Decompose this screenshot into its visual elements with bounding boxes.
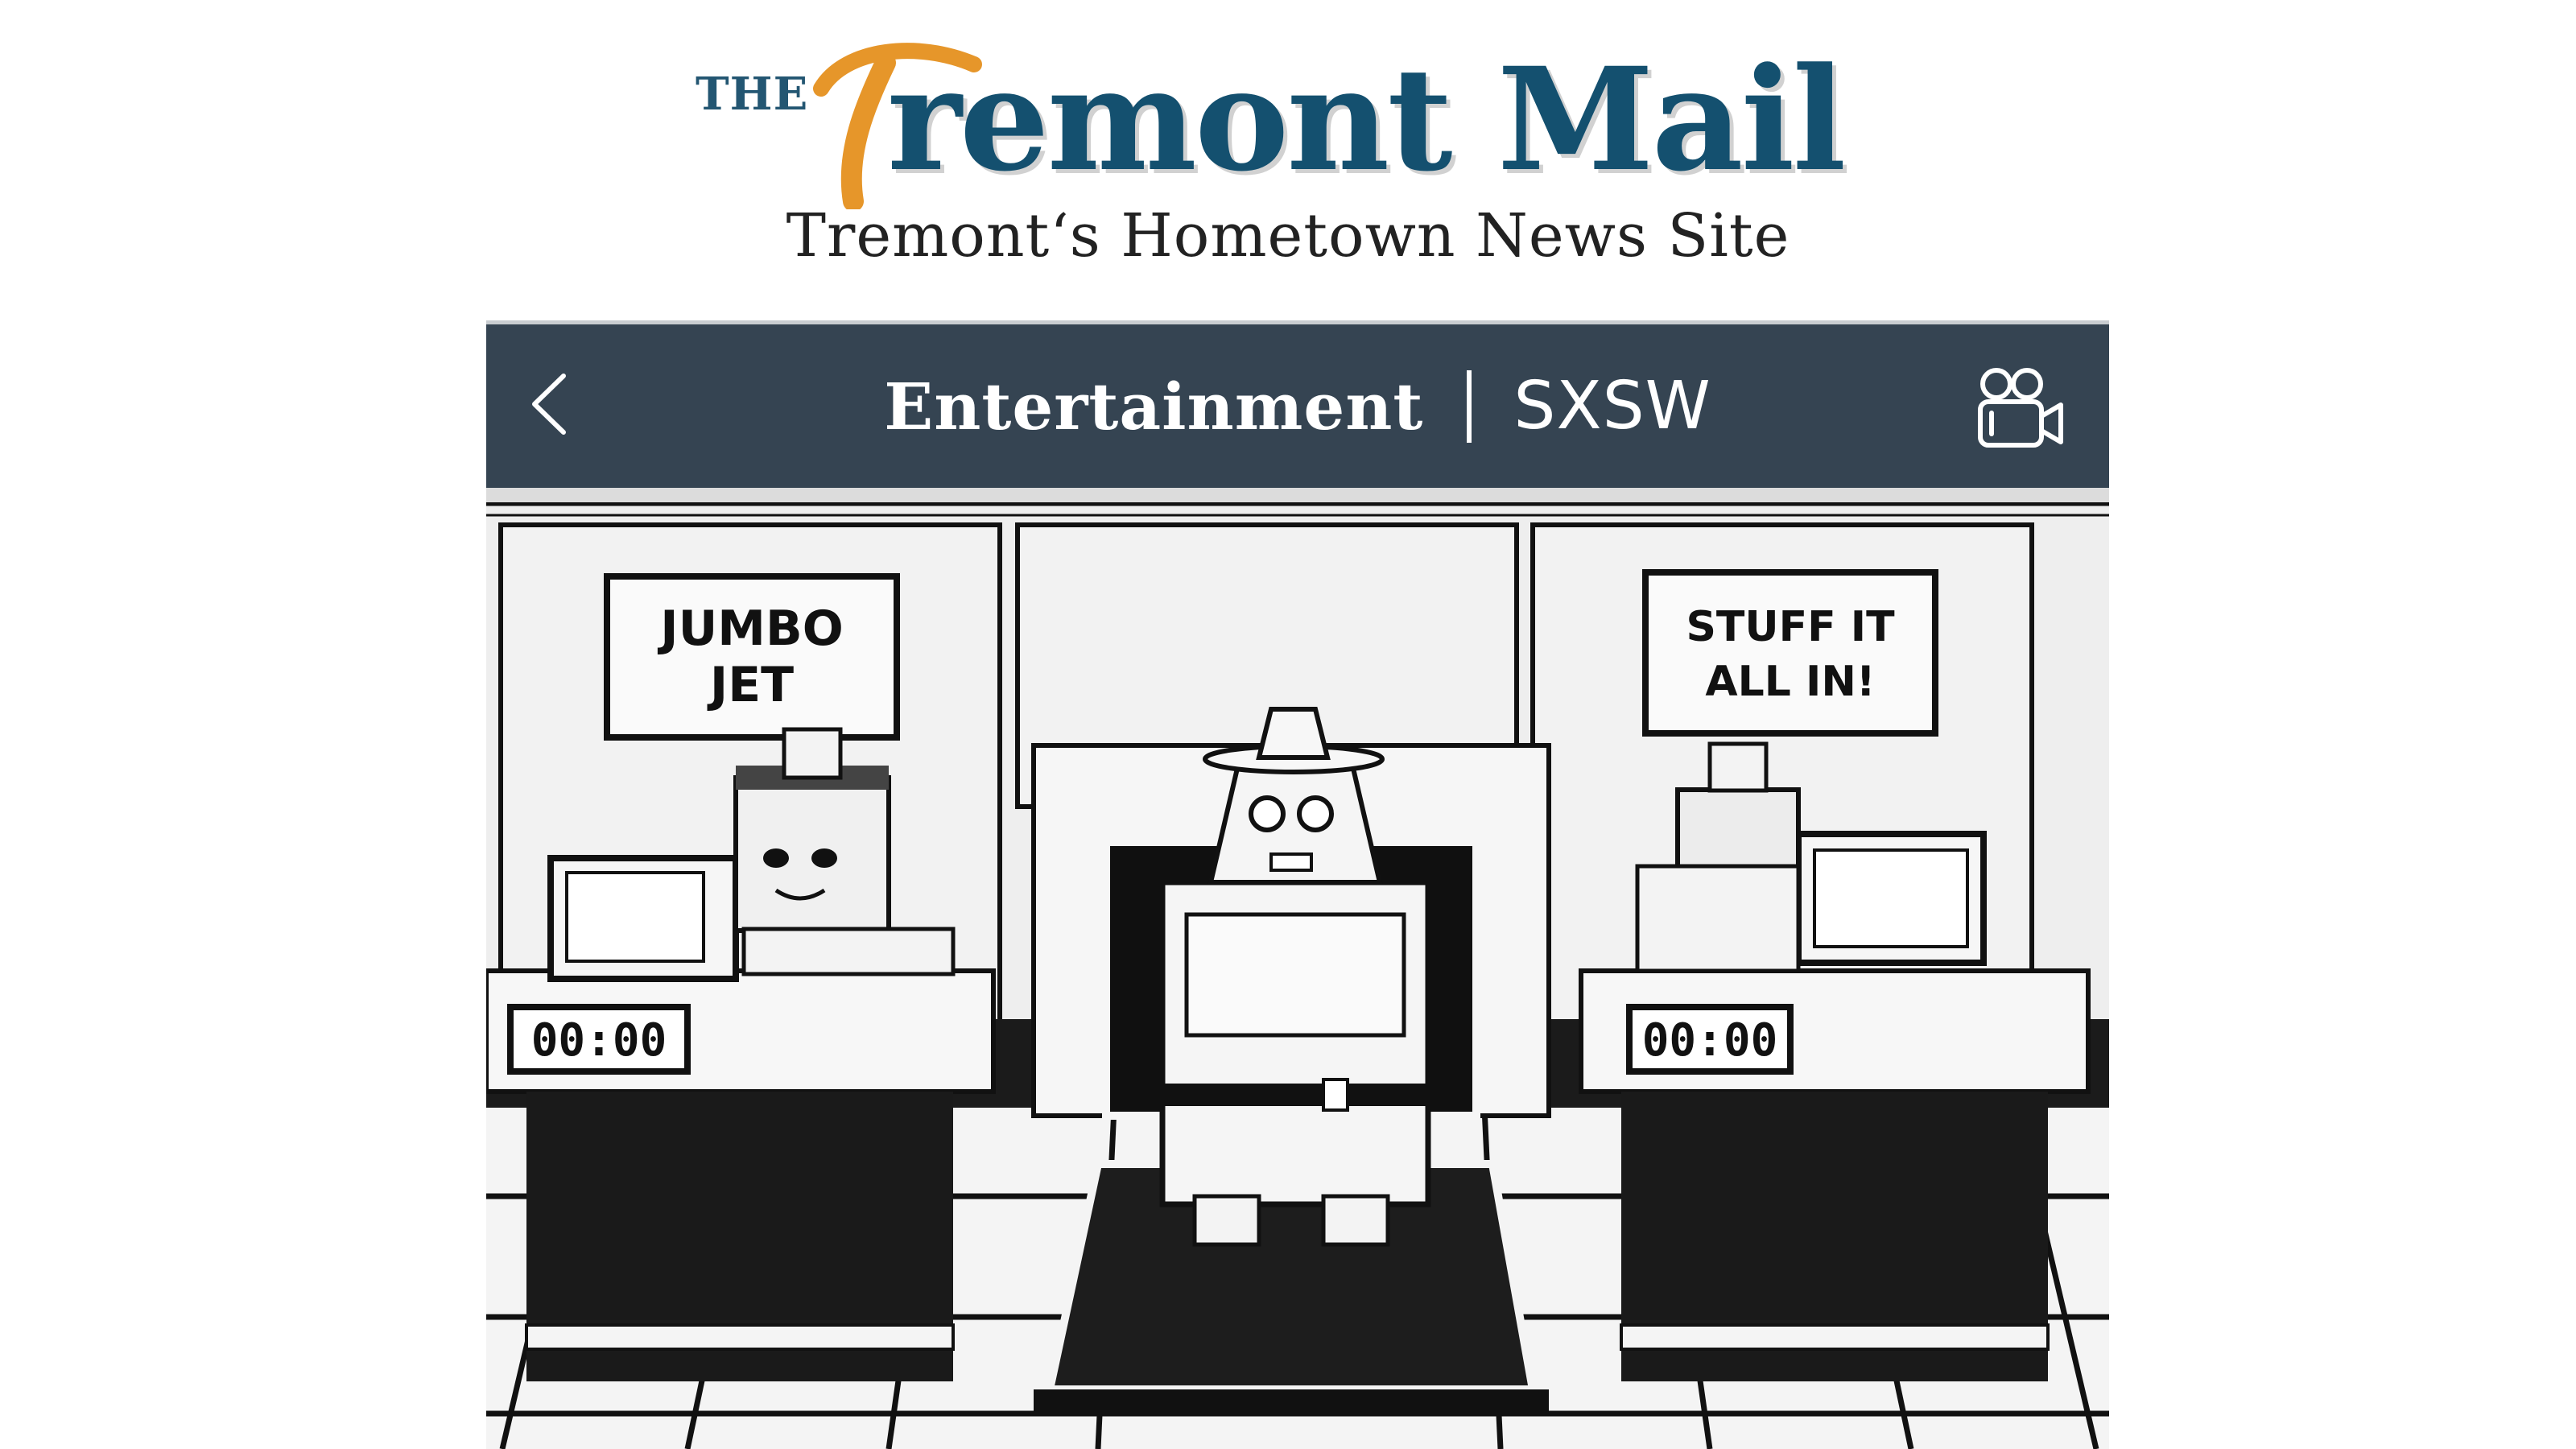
counter-left: 00:00 <box>531 1014 667 1067</box>
page: THE remont Mail Tremont‘s Hometown News … <box>0 0 2576 1449</box>
sign-right-line1: STUFF IT <box>1686 603 1895 651</box>
logo-wordmark: remont Mail <box>887 36 1846 203</box>
section-divider <box>1467 369 1472 443</box>
section-secondary-label[interactable]: SXSW <box>1513 368 1711 444</box>
video-button[interactable] <box>1971 363 2067 453</box>
sign-left-line1: JUMBO <box>657 601 844 657</box>
section-primary-label[interactable]: Entertainment <box>884 369 1423 444</box>
counter-right: 00:00 <box>1642 1014 1778 1067</box>
hero-illustration: JUMBO JET STUFF IT ALL IN! 00:00 00:00 <box>486 488 2109 1449</box>
section-nav-bar: Entertainment SXSW <box>486 320 2109 488</box>
masthead-logo[interactable]: THE remont Mail Tremont‘s Hometown News … <box>676 40 1846 282</box>
video-camera-icon <box>1978 368 2063 448</box>
tagline: Tremont‘s Hometown News Site <box>786 201 1790 270</box>
hero-image[interactable]: JUMBO JET STUFF IT ALL IN! 00:00 00:00 <box>486 488 2109 1449</box>
sign-left-line2: JET <box>707 657 794 713</box>
sign-right-line2: ALL IN! <box>1705 658 1875 706</box>
section-title: Entertainment SXSW <box>486 324 2109 488</box>
